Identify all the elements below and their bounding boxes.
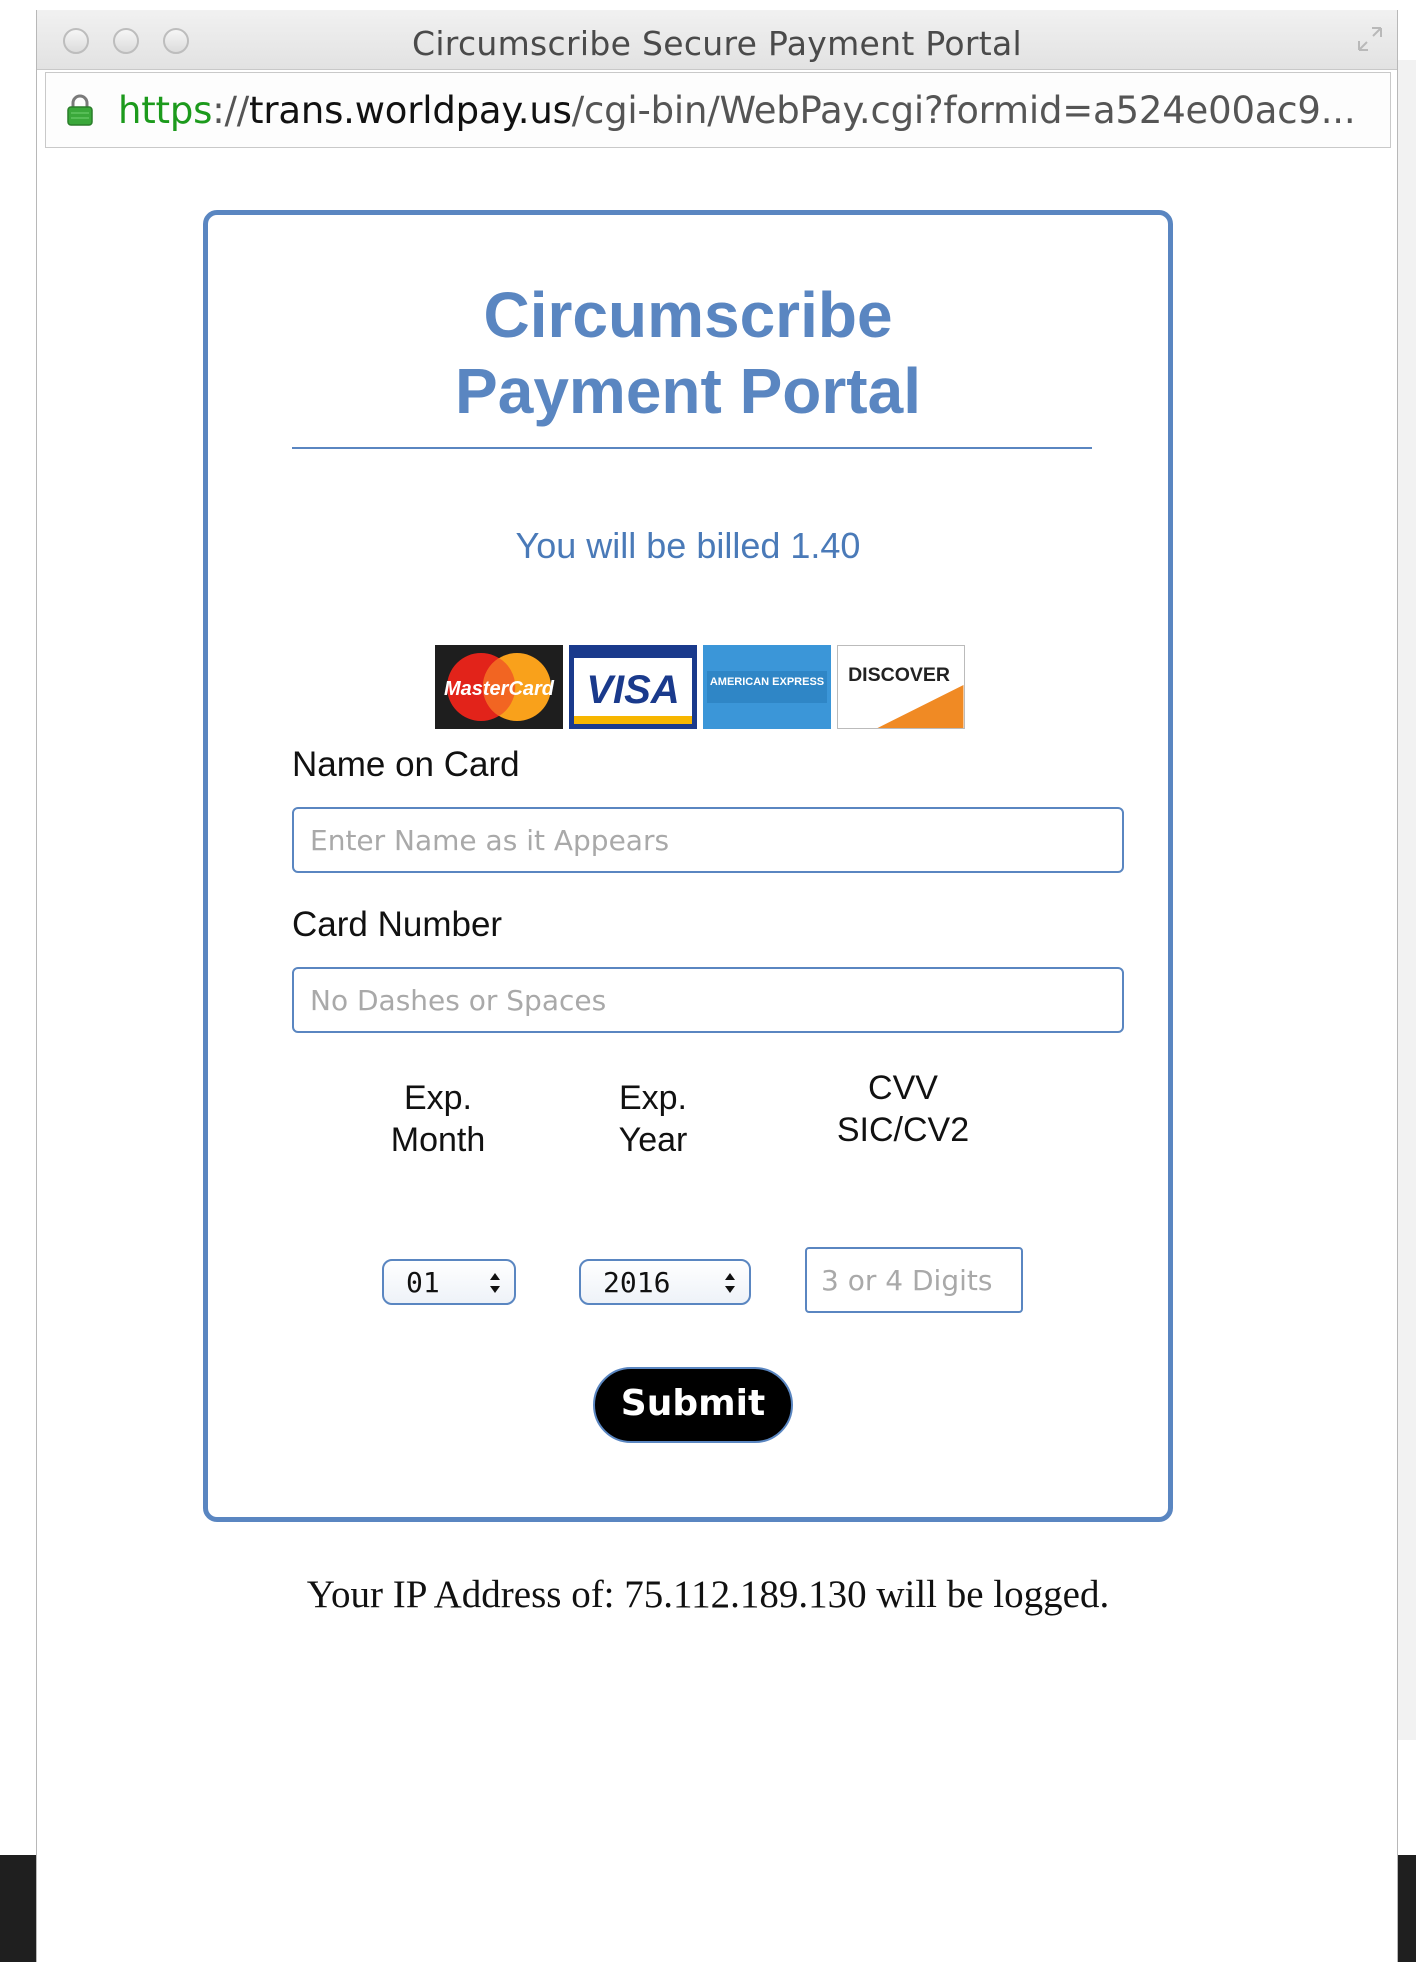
exp-year-label-line-2: Year <box>618 1121 688 1159</box>
url-host: trans.worldpay.us <box>249 89 572 132</box>
card-number-label: Card Number <box>292 905 503 944</box>
exp-month-label: Exp. Month <box>363 1077 513 1161</box>
cvv-label-line-2: SIC/CV2 <box>836 1111 970 1149</box>
select-arrows-icon <box>725 1273 735 1293</box>
exp-year-label-line-1: Exp. <box>618 1079 688 1117</box>
exp-year-label: Exp. Year <box>568 1077 738 1161</box>
address-bar[interactable]: https://trans.worldpay.us/cgi-bin/WebPay… <box>45 72 1391 148</box>
billing-amount: 1.40 <box>790 525 861 566</box>
exp-month-label-line-1: Exp. <box>403 1079 473 1117</box>
mastercard-logo: MasterCard <box>435 645 563 729</box>
url-scheme: https <box>118 89 213 132</box>
title-divider <box>292 447 1092 449</box>
exp-month-label-line-2: Month <box>390 1121 486 1159</box>
exp-month-select[interactable]: 01 <box>382 1259 516 1305</box>
title-bar[interactable]: Circumscribe Secure Payment Portal <box>37 10 1397 70</box>
exp-year-select[interactable]: 2016 <box>579 1259 751 1305</box>
window-title: Circumscribe Secure Payment Portal <box>412 24 1022 63</box>
cvv-label-line-1: CVV <box>868 1069 938 1107</box>
page-title: Circumscribe Payment Portal <box>208 277 1168 429</box>
discover-logo-text: DISCOVER <box>848 664 950 686</box>
lock-icon <box>67 94 93 126</box>
page-title-line-1: Circumscribe <box>483 279 893 351</box>
select-arrows-icon <box>490 1273 500 1293</box>
fullscreen-icon[interactable] <box>1353 24 1387 54</box>
cvv-label: CVV SIC/CV2 <box>798 1067 1008 1151</box>
mastercard-logo-text: MasterCard <box>444 678 555 700</box>
exp-year-value: 2016 <box>603 1266 671 1299</box>
url-separator: :// <box>212 89 250 132</box>
url-path: /cgi-bin/WebPay.cgi?formid=a524e00ac9... <box>571 89 1356 132</box>
visa-logo-text: VISA <box>586 668 679 712</box>
name-on-card-input[interactable] <box>292 807 1124 873</box>
page-title-line-2: Payment Portal <box>455 355 921 427</box>
visa-logo: VISA <box>569 645 697 729</box>
background-edge <box>1396 60 1416 1740</box>
submit-button[interactable]: Submit <box>593 1367 793 1443</box>
url-text: https://trans.worldpay.us/cgi-bin/WebPay… <box>118 89 1356 132</box>
desktop-background <box>1398 1855 1416 1962</box>
american-express-logo: AMERICAN EXPRESS <box>703 645 831 729</box>
cvv-input[interactable] <box>805 1247 1023 1313</box>
card-number-input[interactable] <box>292 967 1124 1033</box>
payment-form-panel: Circumscribe Payment Portal You will be … <box>203 210 1173 1522</box>
ip-logging-notice: Your IP Address of: 75.112.189.130 will … <box>306 1573 1110 1616</box>
amex-logo-text: AMERICAN EXPRESS <box>710 676 824 688</box>
discover-logo: DISCOVER <box>837 645 965 729</box>
billing-text: You will be billed <box>515 525 781 566</box>
exp-month-value: 01 <box>406 1266 440 1299</box>
name-on-card-label: Name on Card <box>292 745 520 784</box>
billing-notice: You will be billed 1.40 <box>208 525 1168 567</box>
desktop-background <box>0 1855 36 1962</box>
